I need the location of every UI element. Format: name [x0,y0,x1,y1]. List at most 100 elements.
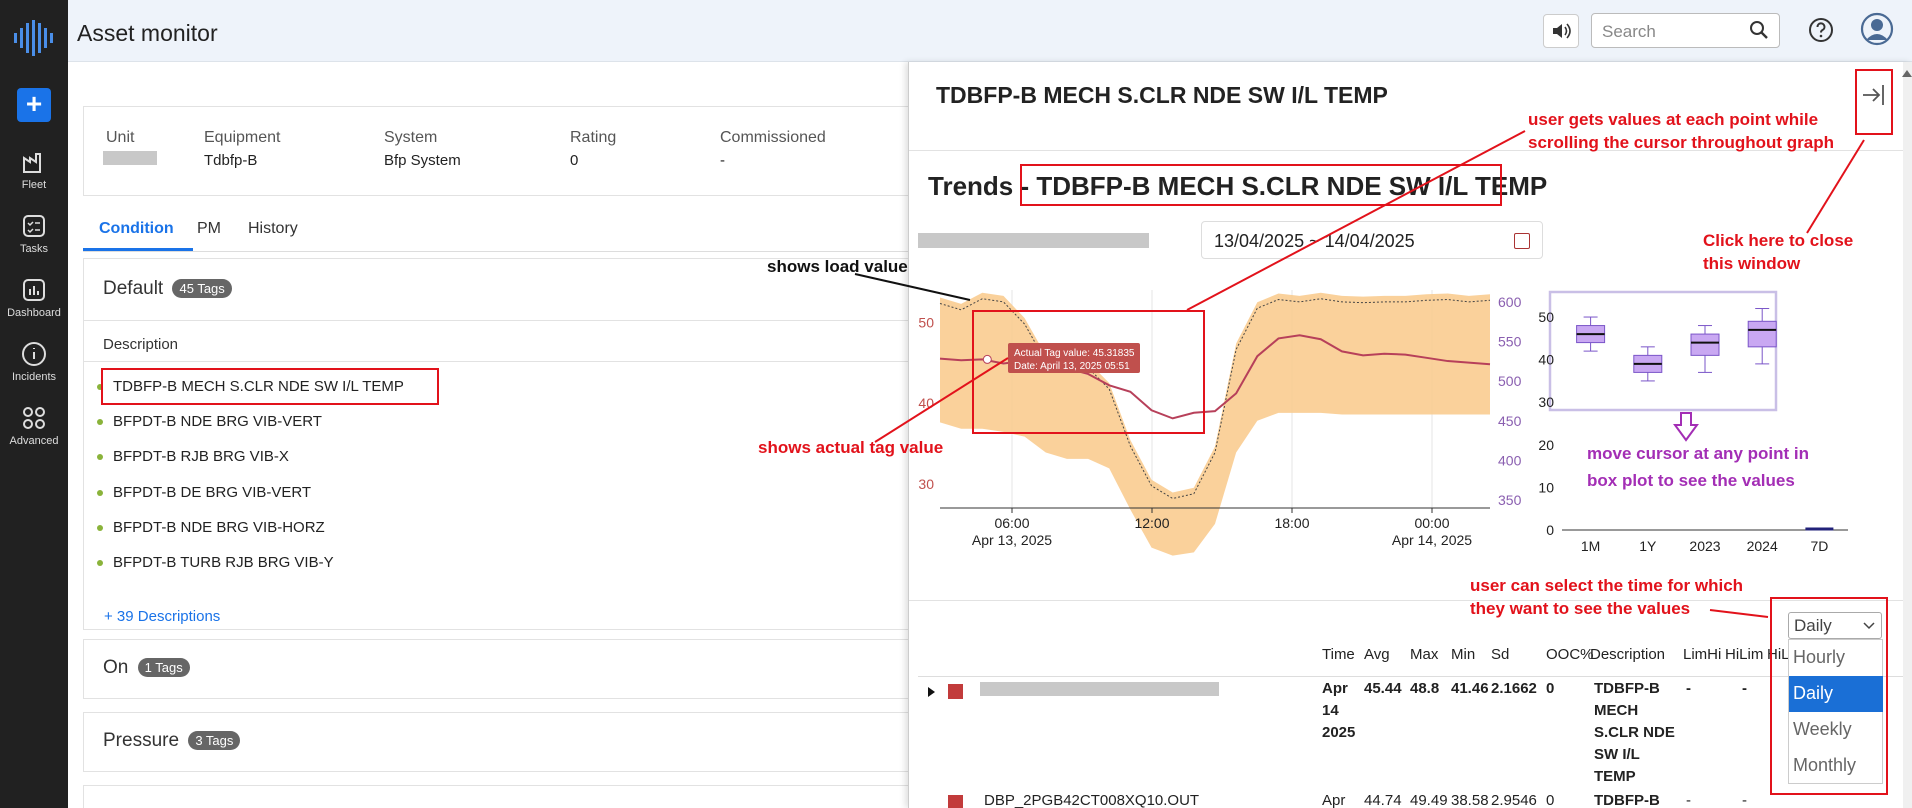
col-min[interactable]: Min [1451,646,1475,663]
description-text: BFPDT-B NDE BRG VIB-HORZ [113,519,325,536]
col-time[interactable]: Time [1322,646,1355,663]
tasks-icon [23,215,45,237]
col-description[interactable]: Description [1590,646,1665,663]
y-right-tick-label: 400 [1498,452,1522,468]
group-on-header[interactable]: On 1 Tags [103,657,190,679]
annotation-tag: shows actual tag value [758,438,944,457]
advanced-icon [23,407,45,429]
add-button[interactable]: + [17,88,51,122]
asset-info-card [83,106,923,196]
col-max[interactable]: Max [1410,646,1438,663]
unit-label: Unit [106,129,135,146]
search-icon[interactable] [1749,20,1769,40]
description-item[interactable]: BFPDT-B DE BRG VIB-VERT [97,484,312,501]
left-nav: + Fleet Tasks Dashboard Incidents Advanc… [0,0,68,808]
nav-label-dashboard: Dashboard [7,307,61,319]
x-subtick-label: Apr 14, 2025 [1392,532,1472,548]
nav-item-tasks[interactable]: Tasks [0,212,68,255]
nav-label-fleet: Fleet [21,179,47,191]
app-root: + Fleet Tasks Dashboard Incidents Advanc… [0,0,1912,808]
tab-bar: Condition PM History [83,214,923,252]
series-color-swatch [948,795,963,808]
col-ooc[interactable]: OOC% [1546,646,1594,663]
box-plot-chart[interactable]: 0 10 20 30 40 50 1M 1Y 2023 2024 7D [1530,280,1860,570]
rating-value: 0 [570,152,579,169]
equipment-label: Equipment [204,129,281,146]
description-item[interactable]: BFPDT-B NDE BRG VIB-VERT [97,413,322,430]
col-limhi[interactable]: LimHi [1683,646,1721,663]
group-default-badge: 45 Tags [172,279,232,299]
nav-item-incidents[interactable]: Incidents [0,340,68,383]
annotation-cursor: user gets values at each point while scr… [1528,110,1834,152]
highlight-box-close [1855,69,1893,135]
group-pressure-header[interactable]: Pressure 3 Tags [103,730,241,752]
cell-limhi: - [1686,792,1691,808]
dashboard-icon [23,279,45,301]
tag-name-redacted [980,682,1219,696]
calendar-icon[interactable] [1514,233,1530,249]
tab-active-indicator [83,248,193,251]
cell-avg: 45.44 [1364,680,1402,697]
annotation-load: shows load value [767,257,908,276]
nav-item-fleet[interactable]: Fleet [0,148,68,191]
x-subtick-label: Apr 13, 2025 [972,532,1052,548]
date-range-picker[interactable]: 13/04/2025 ~ 14/04/2025 [1201,221,1543,259]
x-tick-label: 06:00 [994,515,1029,531]
tab-condition[interactable]: Condition [99,220,174,238]
description-item[interactable]: BFPDT-B NDE BRG VIB-HORZ [97,519,325,536]
status-dot [97,490,103,496]
col-sd[interactable]: Sd [1491,646,1509,663]
commissioned-value: - [720,152,725,169]
nav-item-dashboard[interactable]: Dashboard [0,276,68,319]
description-item[interactable]: BFPDT-B TURB RJB BRG VIB-Y [97,554,334,571]
highlight-box-trends-title [1020,164,1502,206]
description-text: BFPDT-B NDE BRG VIB-VERT [113,413,322,430]
incidents-icon [22,342,46,366]
y-left-tick-label: 30 [918,476,934,492]
expand-row-icon[interactable] [927,686,937,698]
tab-pm[interactable]: PM [197,220,221,238]
cell-max: 49.49 [1410,792,1448,808]
highlight-box-tooltip [972,310,1205,434]
sound-button[interactable] [1543,14,1579,48]
description-item[interactable]: BFPDT-B RJB BRG VIB-X [97,448,289,465]
col-hilim[interactable]: HiLim [1725,646,1763,663]
group-on-name: On [103,657,129,678]
series-color-swatch [948,684,963,699]
help-icon[interactable] [1807,16,1835,44]
nav-item-advanced[interactable]: Advanced [0,404,68,447]
system-value: Bfp System [384,152,461,169]
x-tick-label: 1Y [1639,538,1657,554]
cell-min: 41.46 [1451,680,1489,697]
app-logo-icon[interactable] [12,20,56,56]
search-input[interactable]: Search [1591,13,1780,48]
more-descriptions-link[interactable]: + 39 Descriptions [104,608,220,625]
highlight-box-select [1770,597,1888,795]
group-on-badge: 1 Tags [137,658,190,678]
user-avatar-icon[interactable] [1860,12,1894,46]
box-body [1747,320,1777,348]
cell-time: Apr [1322,792,1346,808]
panel-scrollbar[interactable] [1903,62,1912,808]
cell-tag-name: DBP_2PGB42CT008XQ10.OUT [984,792,1200,808]
x-tick-label: 2024 [1747,538,1778,554]
divider [84,361,922,362]
cell-avg: 44.74 [1364,792,1402,808]
annotation-time: user can select the time for which they … [1470,576,1744,618]
on-group-card [83,639,923,699]
scroll-up-icon[interactable] [1902,70,1912,77]
group-pressure-name: Pressure [103,730,180,751]
y-tick-label: 40 [1538,352,1554,368]
tab-history[interactable]: History [248,220,298,238]
description-text: BFPDT-B DE BRG VIB-VERT [113,484,312,501]
panel-title: TDBFP-B MECH S.CLR NDE SW I/L TEMP [936,82,1388,108]
col-avg[interactable]: Avg [1364,646,1390,663]
group-default-header[interactable]: Default 45 Tags [103,278,232,300]
y-tick-label: 10 [1538,479,1554,495]
y-tick-label: 30 [1538,394,1554,410]
cell-ooc: 0 [1546,680,1555,697]
cell-time: Apr 14 2025 [1322,680,1356,741]
y-tick-label: 20 [1538,437,1554,453]
cell-description: TDBFP-B [1594,792,1660,808]
cell-description: TDBFP-B MECH S.CLR NDE SW I/L TEMP [1594,680,1675,785]
